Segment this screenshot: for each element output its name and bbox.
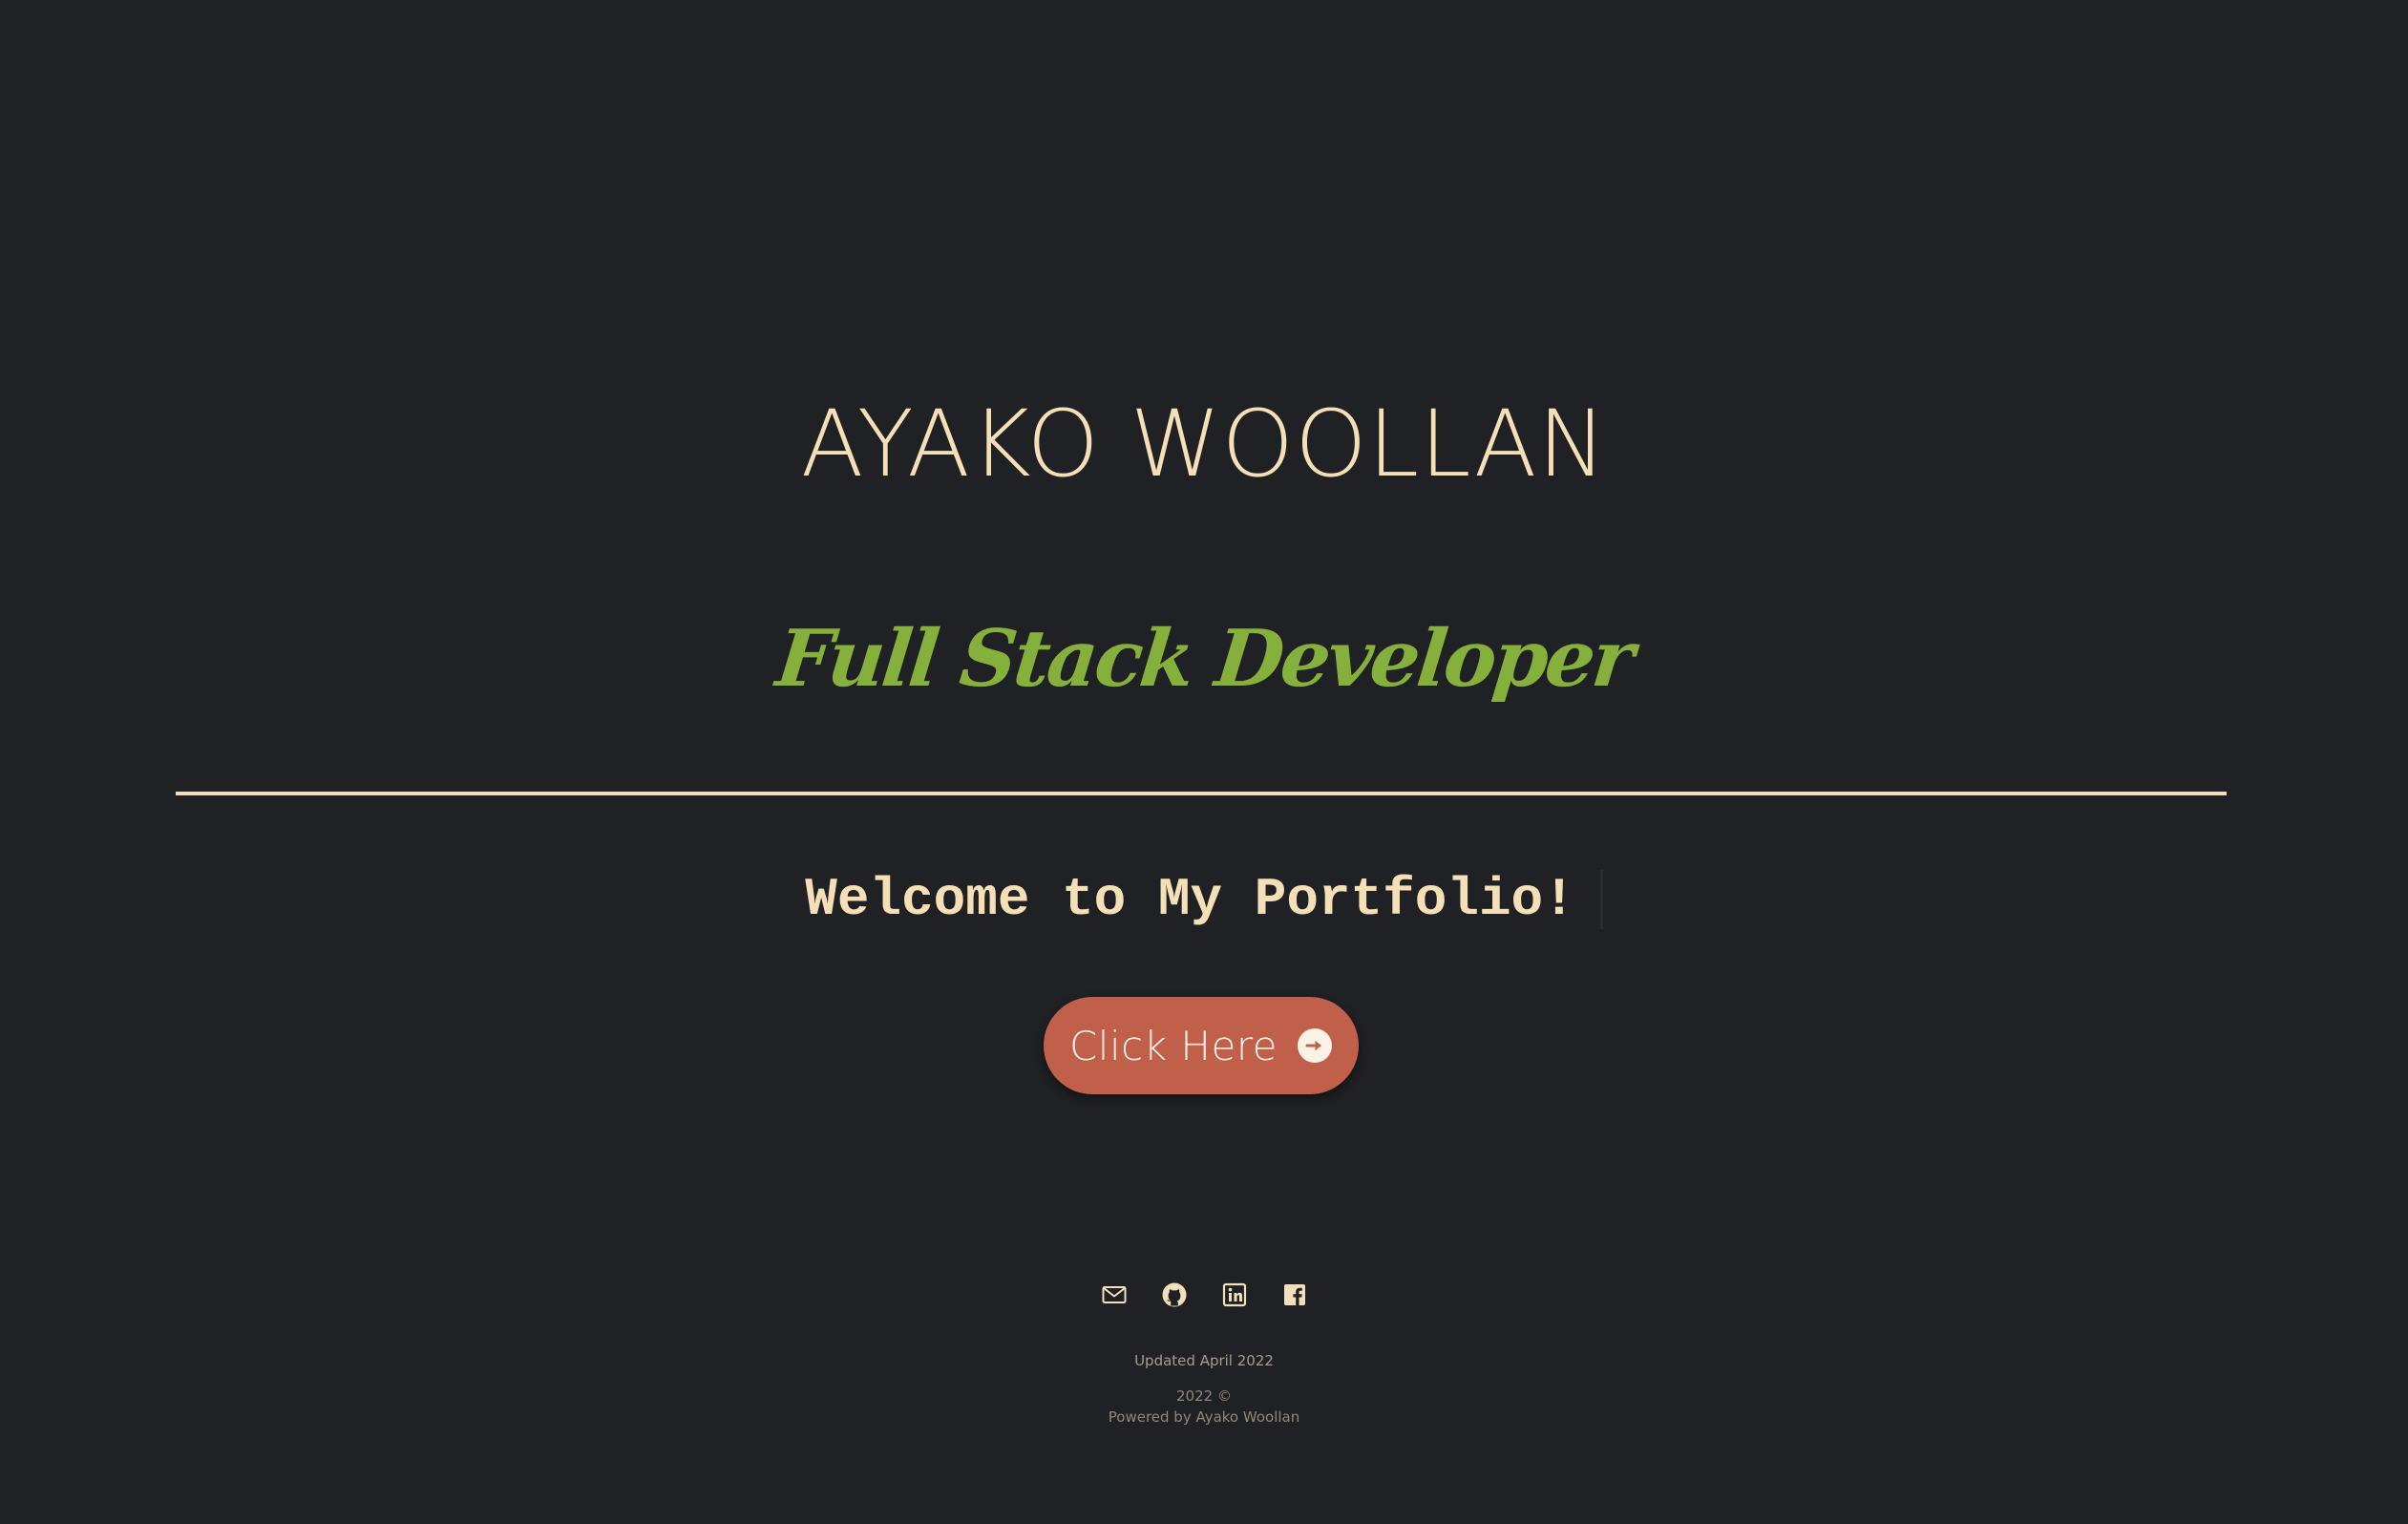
linkedin-icon (1221, 1281, 1248, 1312)
divider-line (176, 792, 2227, 795)
click-here-button[interactable]: Click Here (1044, 997, 1359, 1094)
hero-subtitle: Full Stack Developer (771, 613, 1637, 705)
updated-date: Updated April 2022 (1134, 1352, 1274, 1369)
github-icon (1161, 1281, 1188, 1312)
powered-by-text: Powered by Ayako Woollan (1108, 1408, 1300, 1426)
arrow-right-circle-icon (1297, 1027, 1333, 1064)
welcome-row: Welcome to My Portfolio! (0, 861, 2408, 938)
facebook-icon (1281, 1281, 1308, 1312)
welcome-text: Welcome to My Portfolio! (805, 869, 1575, 930)
linkedin-link[interactable] (1221, 1281, 1248, 1312)
click-here-label: Click Here (1068, 1022, 1278, 1069)
email-link[interactable] (1101, 1283, 1128, 1310)
copyright-text: 2022 © (1176, 1387, 1232, 1405)
email-icon (1101, 1281, 1128, 1312)
hero-name: AYAKO WOOLLAN (800, 391, 1608, 497)
facebook-link[interactable] (1281, 1283, 1308, 1310)
social-links (0, 1281, 2408, 1312)
typing-cursor (1599, 870, 1603, 929)
github-link[interactable] (1161, 1281, 1188, 1312)
portfolio-landing-page: AYAKO WOOLLAN Full Stack Developer Welco… (0, 0, 2408, 1524)
